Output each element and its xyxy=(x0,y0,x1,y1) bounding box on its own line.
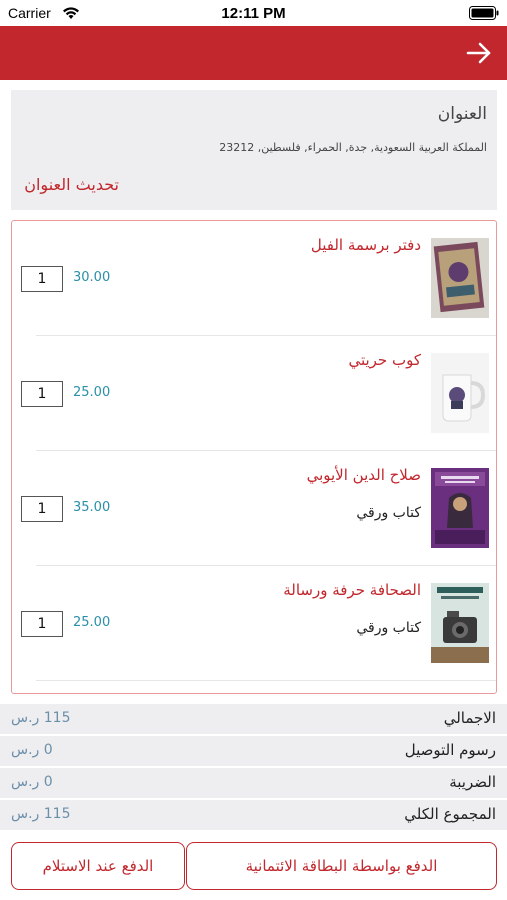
arrow-right-icon[interactable] xyxy=(465,39,493,67)
product-price: 35.00 xyxy=(73,500,111,515)
product-name[interactable]: الصحافة حرفة ورسالة xyxy=(283,581,421,599)
app-header xyxy=(0,26,507,80)
address-text: المملكة العربية السعودية, جدة, الحمراء, … xyxy=(219,141,487,154)
total-value: 115 ر.س xyxy=(11,710,71,726)
cart-item: الصحافة حرفة ورسالة كتاب ورقي 1 25.00 xyxy=(21,566,496,681)
quantity-field[interactable]: 1 xyxy=(21,266,63,292)
battery-icon xyxy=(469,6,499,20)
product-name[interactable]: صلاح الدين الأيوبي xyxy=(307,466,421,484)
book-cover-image xyxy=(431,583,489,663)
quantity-field[interactable]: 1 xyxy=(21,496,63,522)
total-label: الضريبة xyxy=(449,773,496,791)
product-price: 25.00 xyxy=(73,385,111,400)
status-time: 12:11 PM xyxy=(221,5,286,22)
notebook-cover-image xyxy=(431,238,489,318)
product-type: كتاب ورقي xyxy=(356,620,421,636)
cart-item: صلاح الدين الأيوبي كتاب ورقي 1 35.00 xyxy=(21,451,496,566)
grand-total-row: المجموع الكلي 115 ر.س xyxy=(0,800,507,830)
pay-by-card-button[interactable]: الدفع بواسطة البطاقة الائتمانية xyxy=(186,842,497,890)
product-price: 25.00 xyxy=(73,615,111,630)
delivery-fee-row: رسوم التوصيل 0 ر.س xyxy=(0,736,507,766)
quantity-field[interactable]: 1 xyxy=(21,381,63,407)
product-type: كتاب ورقي xyxy=(356,505,421,521)
update-address-link[interactable]: تحديث العنوان xyxy=(24,175,119,194)
cart-item: دفتر برسمة الفيل 1 30.00 xyxy=(21,221,496,336)
cash-on-delivery-button[interactable]: الدفع عند الاستلام xyxy=(11,842,185,890)
total-value: 0 ر.س xyxy=(11,774,53,790)
product-name[interactable]: كوب حريتي xyxy=(348,351,421,369)
product-name[interactable]: دفتر برسمة الفيل xyxy=(311,236,421,254)
address-title: العنوان xyxy=(437,104,487,124)
subtotal-row: الاجمالي 115 ر.س xyxy=(0,704,507,734)
total-label: رسوم التوصيل xyxy=(404,741,496,759)
status-bar: Carrier 12:11 PM xyxy=(0,0,507,26)
total-label: المجموع الكلي xyxy=(404,805,496,823)
quantity-field[interactable]: 1 xyxy=(21,611,63,637)
total-label: الاجمالي xyxy=(443,709,496,727)
order-totals: الاجمالي 115 ر.س رسوم التوصيل 0 ر.س الضر… xyxy=(0,704,507,832)
address-card: العنوان المملكة العربية السعودية, جدة, ا… xyxy=(11,90,497,210)
product-price: 30.00 xyxy=(73,270,111,285)
tax-row: الضريبة 0 ر.س xyxy=(0,768,507,798)
total-value: 0 ر.س xyxy=(11,742,53,758)
book-cover-image xyxy=(431,468,489,548)
total-value: 115 ر.س xyxy=(11,806,71,822)
cart-item: كوب حريتي 1 25.00 xyxy=(21,336,496,451)
cart-product-list: دفتر برسمة الفيل 1 30.00 كوب حريتي 1 25.… xyxy=(11,220,497,694)
mug-image xyxy=(431,353,489,433)
